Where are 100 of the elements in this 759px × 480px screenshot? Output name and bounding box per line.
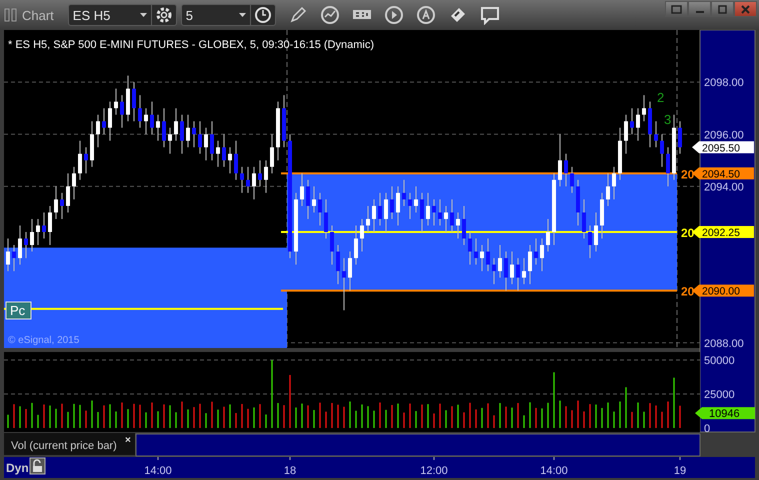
candlestick (222, 134, 226, 168)
candlestick (54, 186, 58, 220)
chart-title: * ES H5, S&P 500 E-MINI FUTURES - GLOBEX, 5, 09:30-16:15 (Dynamic) (8, 39, 374, 51)
candlestick (156, 114, 160, 142)
candlestick (300, 172, 304, 206)
candlestick (24, 232, 28, 259)
price-tick-label: 2094.00 (704, 181, 744, 194)
candlestick (234, 140, 238, 180)
candlestick (516, 258, 520, 292)
candlestick (264, 160, 268, 194)
candlestick (486, 238, 490, 272)
candlestick (162, 108, 166, 148)
price-tick-label: 2098.00 (704, 77, 744, 90)
candlestick (468, 232, 472, 266)
grip-icon[interactable] (4, 8, 18, 22)
candlestick (270, 134, 274, 174)
candlestick (372, 198, 376, 233)
volume-tick-label: 50000 (704, 355, 735, 367)
candlestick (336, 244, 340, 285)
candlestick (426, 192, 430, 226)
minimize-button[interactable] (688, 1, 711, 17)
volume-legend: Vol (current price bar) (11, 440, 117, 452)
wave-label: 3 (664, 112, 672, 127)
dock-button[interactable] (665, 1, 688, 17)
candlestick (396, 186, 400, 226)
candlestick (348, 251, 352, 292)
chart-mode-label[interactable]: Dyn (6, 461, 29, 475)
volume-tag: 10946 (695, 407, 755, 420)
candlestick (522, 258, 526, 285)
caret-icon (140, 13, 147, 17)
candlestick (306, 179, 310, 220)
candlestick (66, 172, 70, 213)
candlestick (558, 134, 562, 187)
candlestick (6, 238, 10, 272)
candlestick (666, 146, 670, 187)
close-button[interactable] (734, 1, 757, 17)
level-label: 20 (681, 167, 694, 182)
candlestick (636, 108, 640, 142)
close-icon (741, 4, 750, 14)
caret-icon (238, 13, 246, 17)
candlestick (186, 114, 190, 148)
candlestick (384, 192, 388, 233)
candlestick (180, 114, 184, 154)
copyright-text: © eSignal, 2015 (8, 335, 80, 346)
candlestick (540, 238, 544, 272)
time-label: 12:00 (420, 465, 448, 477)
comment-icon[interactable] (480, 5, 500, 25)
close-legend-button[interactable]: × (125, 435, 131, 446)
candlestick (216, 140, 220, 168)
candlestick (570, 166, 574, 194)
candlestick (360, 218, 364, 252)
candlestick (330, 224, 334, 266)
candlestick (594, 212, 598, 252)
line-chart-icon[interactable] (320, 5, 340, 25)
candlestick (108, 101, 112, 142)
candlestick (582, 198, 586, 240)
candlestick (588, 224, 592, 259)
candlestick (48, 205, 52, 246)
candlestick (78, 140, 82, 180)
maximize-button[interactable] (711, 1, 734, 17)
candlestick (366, 205, 370, 233)
level-label: 20 (681, 284, 694, 299)
candlestick (450, 198, 454, 233)
candlestick (246, 166, 250, 194)
candlestick (150, 101, 154, 135)
candlestick (462, 205, 466, 246)
wave-label: 2 (657, 90, 664, 105)
play-icon[interactable] (384, 5, 404, 25)
lock-icon[interactable] (30, 458, 46, 474)
volume-tick-label: 25000 (704, 389, 735, 401)
candlestick (474, 238, 478, 266)
candlestick (420, 192, 424, 233)
time-label: 14:00 (540, 465, 568, 477)
pencil-icon[interactable] (288, 5, 308, 25)
candlestick (258, 160, 262, 187)
candlestick (102, 108, 106, 135)
level-label: 20 (681, 226, 694, 240)
candlestick (480, 244, 484, 272)
candlestick (132, 82, 136, 122)
candlestick (36, 218, 40, 246)
price-tick-label: 2088.00 (704, 338, 744, 350)
candlestick (84, 146, 88, 174)
candlestick (210, 120, 214, 161)
candlestick (564, 153, 568, 187)
candlestick (630, 108, 634, 135)
candlestick (504, 251, 508, 292)
dock-icon (671, 4, 682, 14)
candlestick (96, 114, 100, 148)
candlestick (42, 212, 46, 240)
candlestick (624, 114, 628, 154)
candlestick (198, 120, 202, 154)
candlestick (414, 186, 418, 213)
candlestick (138, 94, 142, 128)
candlestick (144, 108, 148, 135)
candlestick (192, 120, 196, 148)
candlestick (18, 224, 22, 266)
candlestick (606, 172, 610, 206)
alert-icon[interactable] (416, 5, 436, 25)
candlestick (660, 134, 664, 168)
candlestick (492, 258, 496, 285)
